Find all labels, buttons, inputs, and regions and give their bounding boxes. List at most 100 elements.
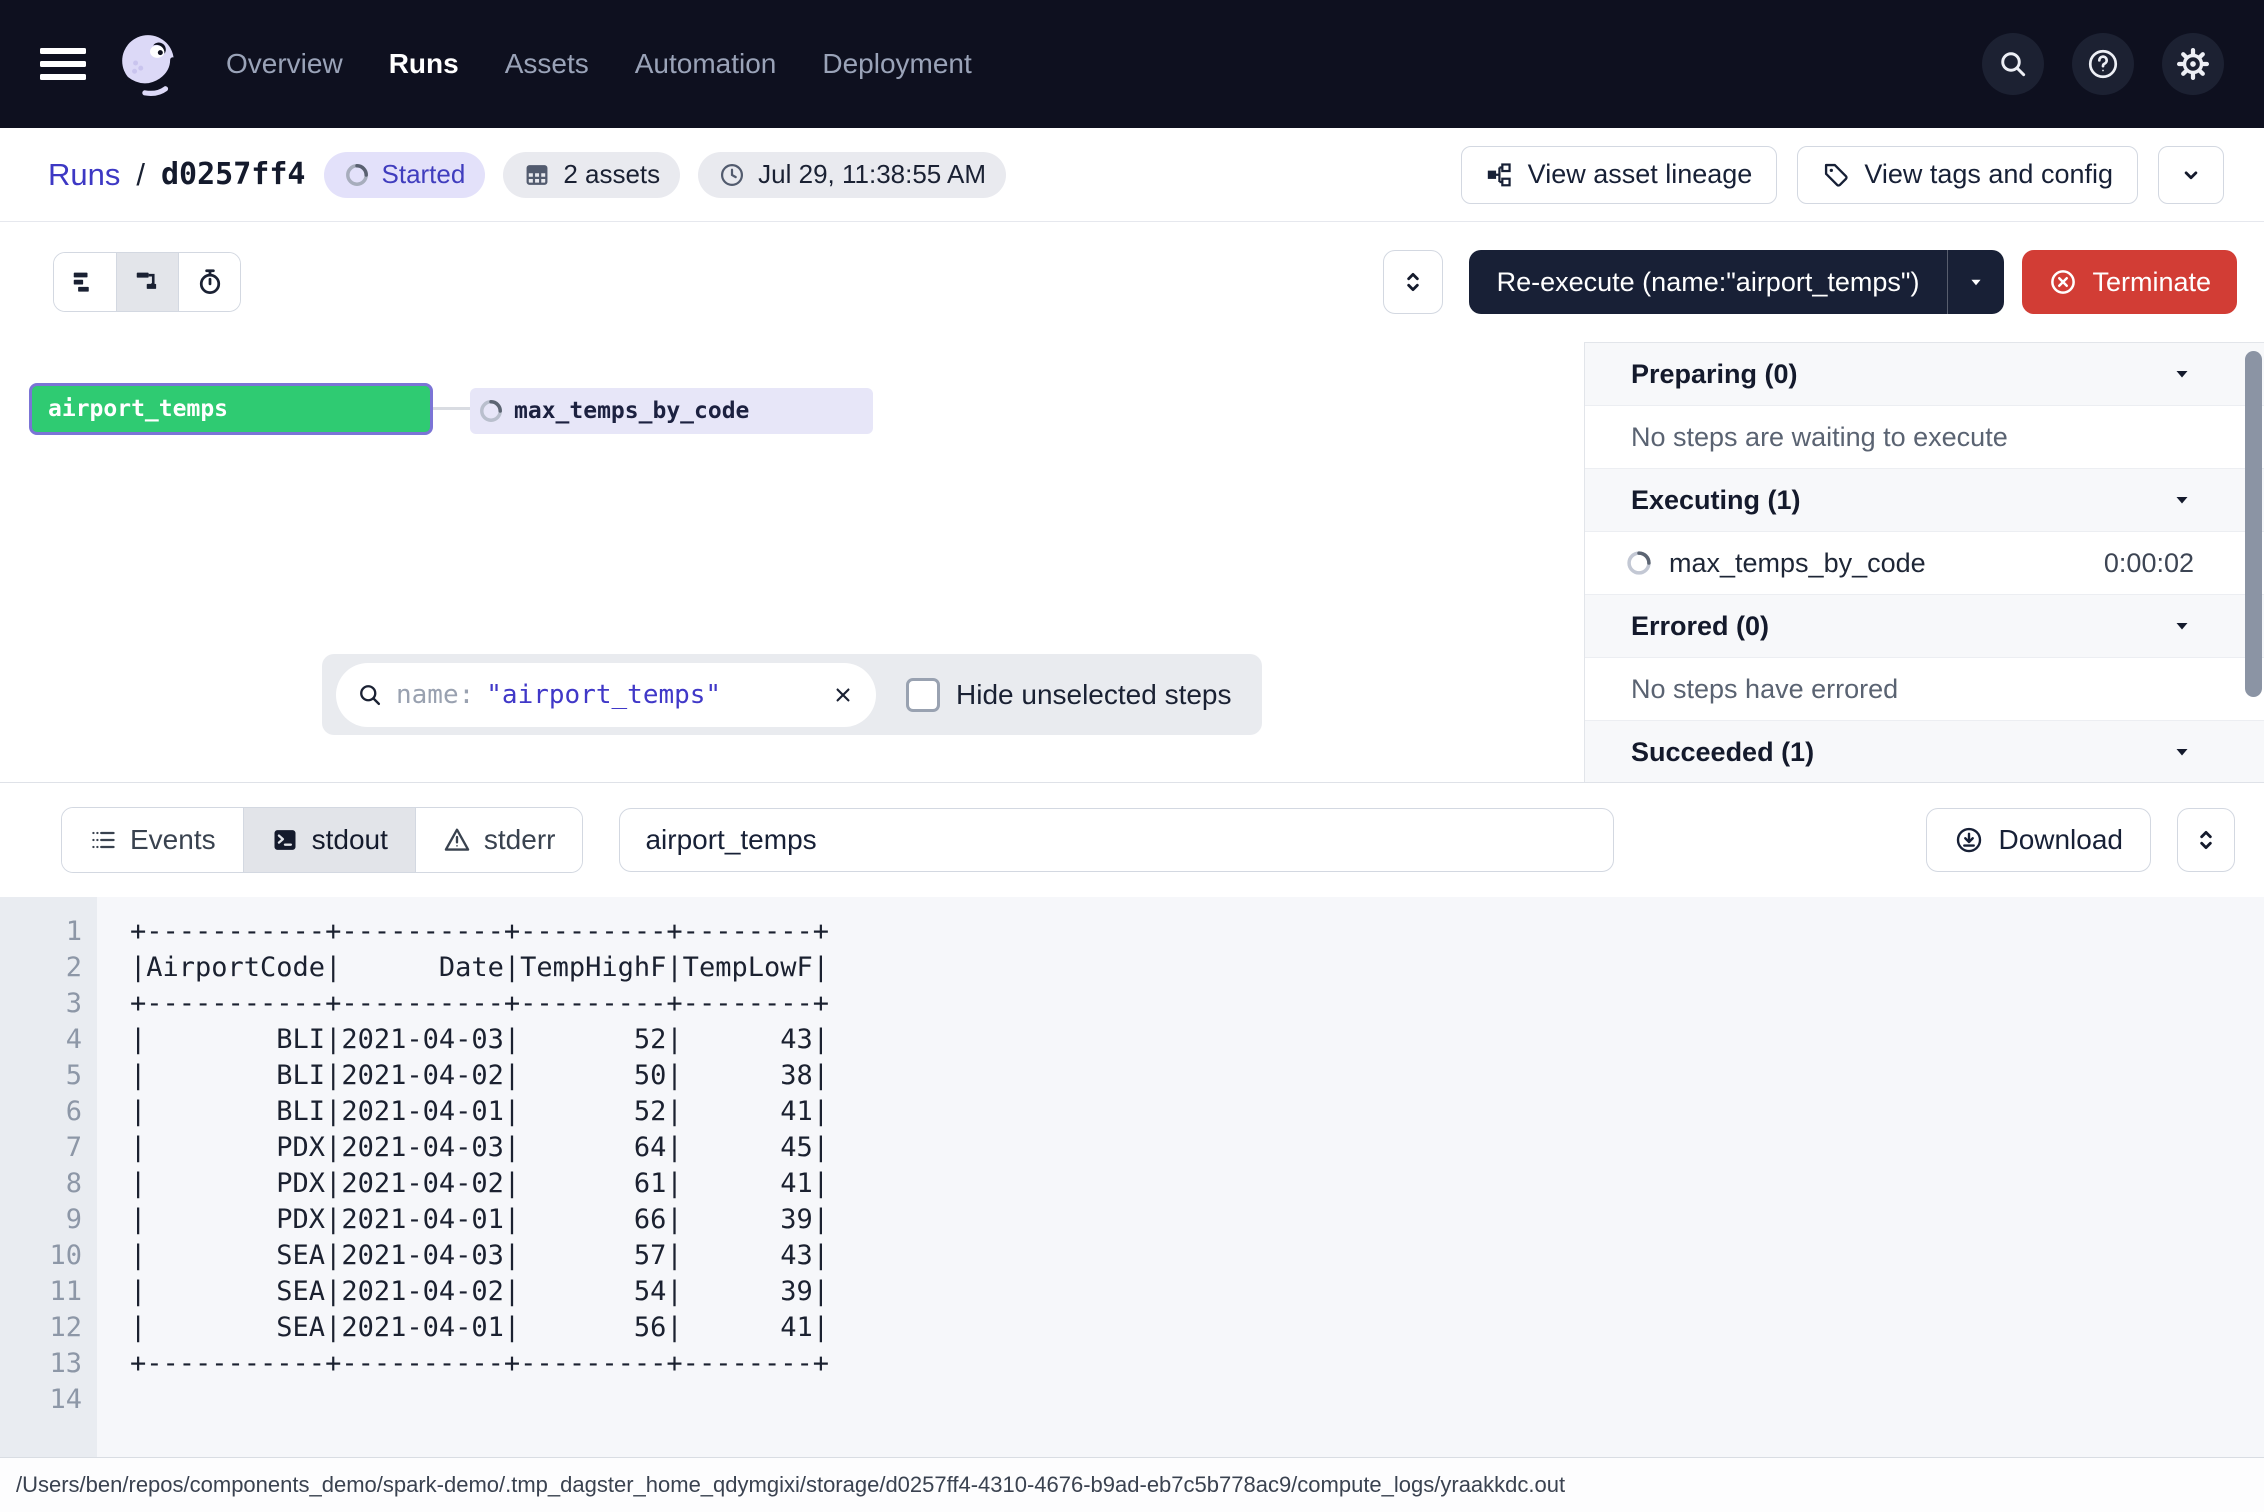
- log-text: | SEA|2021-04-02| 54| 39|: [97, 1274, 829, 1310]
- step-node-label: max_temps_by_code: [514, 398, 749, 424]
- primary-nav: Overview Runs Assets Automation Deployme…: [226, 48, 972, 80]
- help-button[interactable]: [2072, 33, 2134, 95]
- log-text: | BLI|2021-04-01| 52| 41|: [97, 1094, 829, 1130]
- reexecute-button[interactable]: Re-execute (name:"airport_temps"): [1469, 250, 1948, 314]
- settings-button[interactable]: [2162, 33, 2224, 95]
- dagster-logo[interactable]: [116, 31, 182, 97]
- section-header-errored[interactable]: Errored (0): [1585, 595, 2264, 658]
- tab-stdout[interactable]: stdout: [243, 808, 415, 872]
- log-line: 5| BLI|2021-04-02| 50| 38|: [0, 1058, 2264, 1094]
- more-actions-button[interactable]: [2158, 146, 2224, 204]
- line-number: 6: [0, 1094, 97, 1130]
- nav-item-automation[interactable]: Automation: [635, 48, 777, 80]
- clock-icon: [718, 161, 746, 189]
- log-file-path-bar: /Users/ben/repos/components_demo/spark-d…: [0, 1457, 2264, 1512]
- assets-badge[interactable]: 2 assets: [503, 152, 680, 198]
- log-toolbar: Events stdout stderr Download: [0, 782, 2264, 897]
- step-filter-input[interactable]: name: "airport_temps": [336, 663, 876, 727]
- log-text: | PDX|2021-04-03| 64| 45|: [97, 1130, 829, 1166]
- reexecute-label: Re-execute (name:"airport_temps"): [1497, 267, 1920, 298]
- log-text: | BLI|2021-04-02| 50| 38|: [97, 1058, 829, 1094]
- log-text: +-----------+----------+---------+------…: [97, 986, 829, 1022]
- view-flat-button[interactable]: [54, 253, 116, 311]
- view-asset-lineage-label: View asset lineage: [1528, 159, 1753, 190]
- hide-unselected-checkbox[interactable]: [906, 678, 940, 712]
- step-duration: 0:00:02: [2104, 548, 2194, 579]
- terminate-button[interactable]: Terminate: [2022, 250, 2237, 314]
- clear-filter-icon[interactable]: [830, 682, 856, 708]
- panel-scrollbar[interactable]: [2245, 351, 2262, 697]
- nav-item-assets[interactable]: Assets: [505, 48, 589, 80]
- log-line: 7| PDX|2021-04-03| 64| 45|: [0, 1130, 2264, 1166]
- log-text: | PDX|2021-04-01| 66| 39|: [97, 1202, 829, 1238]
- stdout-log-viewer[interactable]: 1+-----------+----------+---------+-----…: [0, 897, 2264, 1457]
- gantt-waterfall-icon: [133, 267, 163, 297]
- download-label: Download: [1998, 824, 2123, 856]
- section-title: Executing (1): [1631, 485, 1801, 516]
- step-name: max_temps_by_code: [1669, 548, 1926, 579]
- step-row-max-temps-by-code[interactable]: max_temps_by_code 0:00:02: [1585, 532, 2264, 595]
- step-filter-panel: name: "airport_temps" Hide unselected st…: [322, 654, 1262, 735]
- breadcrumb-runs-link[interactable]: Runs: [48, 157, 120, 193]
- nav-item-overview[interactable]: Overview: [226, 48, 343, 80]
- step-node-max-temps-by-code[interactable]: max_temps_by_code: [470, 388, 873, 434]
- log-text: | PDX|2021-04-02| 61| 41|: [97, 1166, 829, 1202]
- line-number: 14: [0, 1382, 97, 1418]
- line-number: 11: [0, 1274, 97, 1310]
- reexecute-options-button[interactable]: [1948, 250, 2004, 314]
- empty-state-preparing: No steps are waiting to execute: [1585, 406, 2264, 469]
- nav-item-runs[interactable]: Runs: [389, 48, 459, 80]
- section-header-executing[interactable]: Executing (1): [1585, 469, 2264, 532]
- view-waterfall-button[interactable]: [116, 253, 178, 311]
- log-text: +-----------+----------+---------+------…: [97, 914, 829, 950]
- menu-button[interactable]: [40, 46, 86, 82]
- section-header-succeeded[interactable]: Succeeded (1): [1585, 721, 2264, 782]
- assets-count-label: 2 assets: [563, 159, 660, 190]
- log-line: 14: [0, 1382, 2264, 1418]
- view-timer-button[interactable]: [178, 253, 240, 311]
- log-text: |AirportCode| Date|TempHighF|TempLowF|: [97, 950, 829, 986]
- updown-chevrons-icon: [2193, 827, 2219, 853]
- caret-down-icon: [2170, 488, 2194, 512]
- log-step-input[interactable]: [619, 808, 1614, 872]
- section-header-preparing[interactable]: Preparing (0): [1585, 343, 2264, 406]
- spinner-icon: [344, 162, 370, 188]
- tab-events[interactable]: Events: [62, 808, 243, 872]
- view-asset-lineage-button[interactable]: View asset lineage: [1461, 146, 1778, 204]
- log-line: 4| BLI|2021-04-03| 52| 43|: [0, 1022, 2264, 1058]
- download-button[interactable]: Download: [1926, 808, 2151, 872]
- steps-status-panel: Preparing (0) No steps are waiting to ex…: [1584, 342, 2264, 782]
- view-tags-config-button[interactable]: View tags and config: [1797, 146, 2138, 204]
- empty-state-errored: No steps have errored: [1585, 658, 2264, 721]
- empty-state-text: No steps have errored: [1631, 674, 1898, 705]
- tab-stderr[interactable]: stderr: [415, 808, 583, 872]
- caret-down-icon: [1965, 271, 1987, 293]
- timestamp-label: Jul 29, 11:38:55 AM: [758, 159, 986, 190]
- search-button[interactable]: [1982, 33, 2044, 95]
- filter-value: "airport_temps": [486, 680, 721, 710]
- search-icon: [356, 681, 384, 709]
- step-connector-line: [433, 407, 470, 410]
- line-number: 7: [0, 1130, 97, 1166]
- log-line: 12| SEA|2021-04-01| 56| 41|: [0, 1310, 2264, 1346]
- status-label: Started: [382, 159, 466, 190]
- chevron-down-icon: [2178, 162, 2204, 188]
- section-title: Errored (0): [1631, 611, 1769, 642]
- log-text: | SEA|2021-04-03| 57| 43|: [97, 1238, 829, 1274]
- expand-log-button[interactable]: [2177, 808, 2235, 872]
- gear-icon: [2176, 47, 2210, 81]
- line-number: 4: [0, 1022, 97, 1058]
- log-line: 9| PDX|2021-04-01| 66| 39|: [0, 1202, 2264, 1238]
- line-number: 9: [0, 1202, 97, 1238]
- step-node-airport-temps[interactable]: airport_temps: [29, 383, 433, 435]
- filter-prefix: name:: [396, 680, 474, 710]
- run-toolbar: Re-execute (name:"airport_temps") Termin…: [0, 222, 2264, 342]
- run-header: Runs / d0257ff4 Started 2 assets Jul 29,…: [0, 128, 2264, 222]
- nav-item-deployment[interactable]: Deployment: [822, 48, 971, 80]
- section-title: Succeeded (1): [1631, 737, 1814, 768]
- zoom-fit-button[interactable]: [1383, 250, 1443, 314]
- lineage-icon: [1486, 161, 1514, 189]
- stopwatch-icon: [195, 267, 225, 297]
- top-nav: Overview Runs Assets Automation Deployme…: [0, 0, 2264, 128]
- log-text: | SEA|2021-04-01| 56| 41|: [97, 1310, 829, 1346]
